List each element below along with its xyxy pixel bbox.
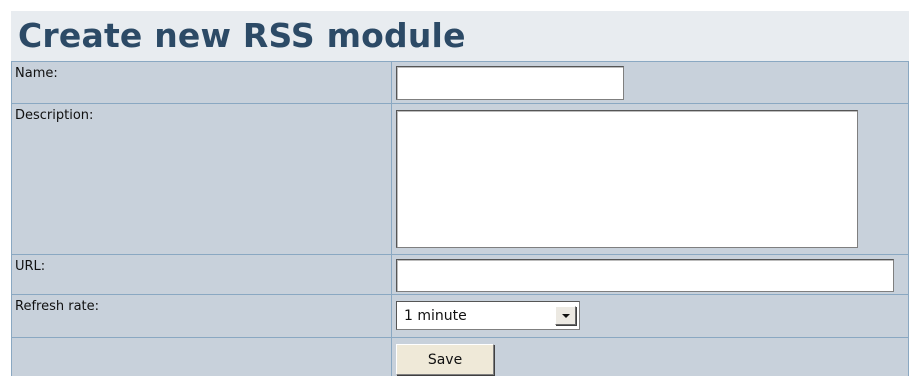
url-label: URL: bbox=[11, 254, 392, 295]
save-row: Save bbox=[11, 337, 909, 376]
refresh-rate-row: Refresh rate: 1 minute bbox=[11, 294, 909, 338]
description-label: Description: bbox=[11, 103, 392, 255]
refresh-rate-selected-value: 1 minute bbox=[404, 308, 467, 324]
page-title: Create new RSS module bbox=[18, 16, 466, 55]
save-button[interactable]: Save bbox=[396, 344, 494, 375]
url-row: URL: bbox=[11, 254, 909, 295]
dropdown-arrow-icon[interactable] bbox=[555, 306, 576, 325]
save-row-empty-cell bbox=[11, 337, 392, 376]
refresh-rate-value-cell: 1 minute bbox=[391, 294, 909, 338]
description-textarea[interactable] bbox=[396, 110, 858, 248]
description-value-cell bbox=[391, 103, 909, 255]
rss-module-form: Name: Description: URL: Refresh rate: 1 … bbox=[11, 61, 909, 376]
refresh-rate-select[interactable]: 1 minute bbox=[396, 301, 580, 330]
name-label: Name: bbox=[11, 61, 392, 104]
url-input[interactable] bbox=[396, 259, 894, 292]
description-row: Description: bbox=[11, 103, 909, 255]
url-value-cell bbox=[391, 254, 909, 295]
name-input[interactable] bbox=[396, 66, 624, 100]
name-row: Name: bbox=[11, 61, 909, 104]
refresh-rate-label: Refresh rate: bbox=[11, 294, 392, 338]
name-value-cell bbox=[391, 61, 909, 104]
title-bar: Create new RSS module bbox=[11, 11, 909, 61]
save-button-cell: Save bbox=[391, 337, 909, 376]
rss-module-page: Create new RSS module Name: Description:… bbox=[0, 0, 909, 376]
